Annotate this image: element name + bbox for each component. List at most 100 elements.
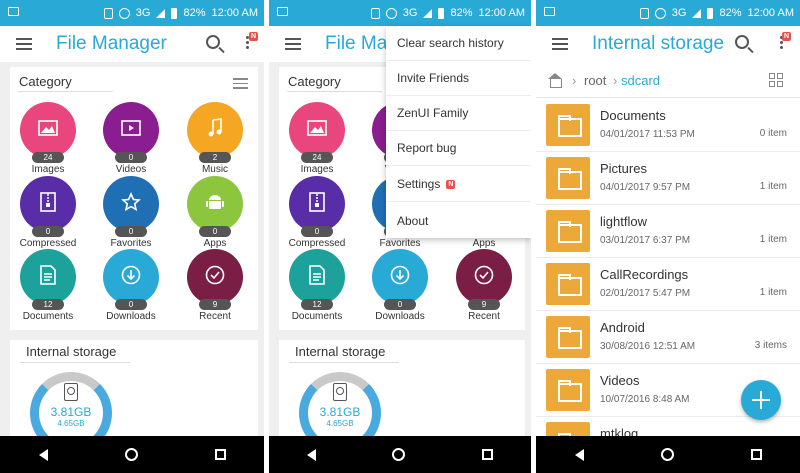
menu-item-label: ZenUI Family	[397, 106, 469, 120]
folder-icon	[546, 104, 590, 146]
category-label: Documents	[291, 311, 343, 322]
file-row[interactable]: Pictures 04/01/2017 9:57 PM 1 item	[536, 152, 800, 205]
file-name: CallRecordings	[600, 267, 689, 282]
category-favorites[interactable]: 0Favorites	[91, 176, 171, 249]
recent-apps-icon[interactable]	[750, 449, 762, 460]
menu-icon[interactable]	[16, 35, 32, 53]
category-apps[interactable]: 0Apps	[175, 176, 255, 249]
search-icon[interactable]	[206, 35, 220, 49]
category-count: 24	[301, 152, 333, 163]
home-icon[interactable]	[124, 448, 138, 461]
menu-item-settings[interactable]: Settings N	[386, 167, 531, 202]
home-icon[interactable]	[660, 448, 674, 461]
storage-title: Internal storage	[295, 344, 386, 359]
storage-card[interactable]: Internal storage 3.81GB 4.65GB	[10, 340, 258, 454]
category-label: Compressed	[288, 238, 346, 249]
recent-apps-icon[interactable]	[481, 449, 493, 460]
menu-item-about[interactable]: About	[386, 203, 531, 238]
storage-disk-icon	[64, 383, 78, 401]
back-icon[interactable]	[38, 448, 48, 461]
image-icon	[307, 119, 327, 141]
document-icon	[309, 264, 325, 290]
check-icon	[474, 265, 494, 290]
category-compressed[interactable]: 0 Compressed	[8, 176, 88, 249]
file-date: 30/08/2016 12:51 AM	[600, 341, 696, 352]
category-documents[interactable]: 12 Documents	[8, 249, 88, 322]
menu-icon[interactable]	[552, 35, 568, 53]
search-icon[interactable]	[735, 35, 749, 49]
image-icon	[38, 119, 58, 141]
navigation-bar	[0, 436, 264, 473]
file-row[interactable]: Documents 04/01/2017 11:53 PM 0 item	[536, 99, 800, 152]
video-icon	[121, 119, 141, 141]
storage-total: 4.65GB	[57, 419, 85, 428]
compressed-icon	[309, 191, 325, 217]
app-title: File Manager	[56, 33, 167, 54]
back-icon[interactable]	[574, 448, 584, 461]
add-button[interactable]	[741, 380, 781, 420]
category-music[interactable]: 2Music	[175, 102, 255, 175]
recent-apps-icon[interactable]	[214, 449, 226, 460]
home-folder-icon[interactable]	[548, 73, 562, 88]
menu-item-report-bug[interactable]: Report bug	[386, 131, 531, 166]
menu-item-invite-friends[interactable]: Invite Friends	[386, 61, 531, 96]
vibrate-icon	[639, 7, 649, 19]
alarm-icon	[118, 7, 130, 19]
category-label: Recent	[468, 311, 500, 322]
file-row[interactable]: CallRecordings 02/01/2017 5:47 PM 1 item	[536, 258, 800, 311]
battery-level: 82%	[183, 7, 206, 19]
gallery-notification-icon	[277, 7, 288, 16]
category-label: Downloads	[106, 311, 156, 322]
category-downloads[interactable]: 0 Downloads	[360, 249, 440, 322]
category-circle: 2	[187, 102, 243, 163]
music-icon	[207, 117, 223, 143]
breadcrumb-root[interactable]: root	[584, 73, 606, 88]
category-count: 0	[115, 152, 147, 163]
menu-item-zenui-family[interactable]: ZenUI Family	[386, 96, 531, 131]
category-downloads[interactable]: 0 Downloads	[91, 249, 171, 322]
vibrate-icon	[370, 7, 380, 19]
download-icon	[390, 265, 410, 290]
back-icon[interactable]	[307, 448, 317, 461]
menu-icon[interactable]	[285, 35, 301, 53]
storage-title: Internal storage	[26, 344, 117, 359]
status-bar: 3G 82% 12:00 AM	[536, 0, 800, 26]
storage-total: 4.65GB	[326, 419, 354, 428]
category-circle: 0	[103, 249, 159, 310]
category-count: 12	[32, 299, 64, 310]
category-circle: 12	[20, 249, 76, 310]
category-count: 9	[468, 299, 500, 310]
status-bar: 3G 82% 12:00 AM	[0, 0, 264, 26]
category-card: Category 24Images0Videos2Music0Compresse…	[10, 67, 258, 330]
category-count: 24	[32, 152, 64, 163]
storage-disk-icon	[333, 383, 347, 401]
chevron-right-icon: ›	[572, 73, 577, 88]
navigation-bar	[269, 436, 531, 473]
storage-card[interactable]: Internal storage 3.81GB 4.65GB	[279, 340, 525, 454]
battery-icon	[438, 7, 445, 19]
battery-level: 82%	[450, 7, 473, 19]
category-count: 0	[384, 299, 416, 310]
category-circle: 0	[20, 176, 76, 237]
file-row[interactable]: lightflow 03/01/2017 6:37 PM 1 item	[536, 205, 800, 258]
menu-item-label: Clear search history	[397, 36, 504, 50]
category-documents[interactable]: 12 Documents	[277, 249, 357, 322]
category-images[interactable]: 24 Images	[8, 102, 88, 175]
menu-item-clear-search-history[interactable]: Clear search history	[386, 26, 531, 61]
category-videos[interactable]: 0Videos	[91, 102, 171, 175]
home-icon[interactable]	[392, 448, 406, 461]
grid-view-icon[interactable]	[769, 73, 784, 88]
signal-icon	[692, 8, 702, 18]
category-compressed[interactable]: 0 Compressed	[277, 176, 357, 249]
category-circle: 12	[289, 249, 345, 310]
breadcrumb-current[interactable]: sdcard	[621, 73, 660, 88]
status-bar: 3G 82% 12:00 AM	[269, 0, 531, 26]
category-recent[interactable]: 9 Recent	[444, 249, 524, 322]
category-label: Images	[31, 164, 65, 175]
category-label: Music	[201, 164, 229, 175]
list-view-icon[interactable]	[233, 75, 248, 92]
file-row[interactable]: Android 30/08/2016 12:51 AM 3 items	[536, 311, 800, 364]
category-recent[interactable]: 9 Recent	[175, 249, 255, 322]
category-images[interactable]: 24 Images	[277, 102, 357, 175]
battery-icon	[171, 7, 178, 19]
